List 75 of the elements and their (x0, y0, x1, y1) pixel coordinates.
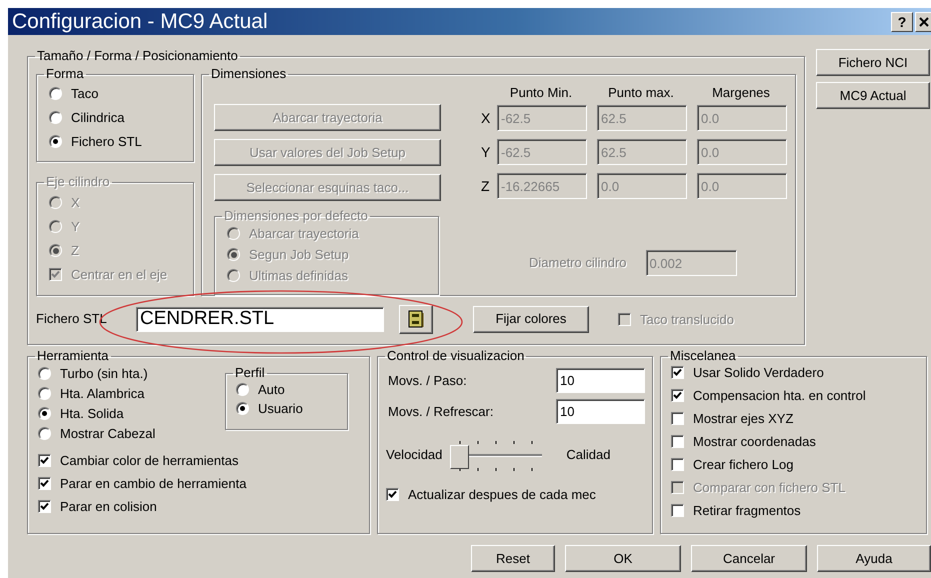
checkbox[interactable] (671, 412, 684, 425)
dialog-button[interactable]: Ayuda (817, 545, 931, 572)
radio-button[interactable] (38, 367, 51, 380)
checkbox[interactable] (38, 477, 51, 490)
group-title: Forma (45, 67, 85, 81)
group-title: Miscelanea (669, 349, 737, 363)
group-title: Control de visualizacion (386, 349, 526, 363)
close-icon (919, 16, 931, 26)
radio-button[interactable] (38, 387, 51, 400)
radio-label[interactable]: Hta. Solida (60, 406, 124, 421)
file-field[interactable]: CENDRER.STL (136, 306, 384, 332)
group-title: Herramienta (36, 349, 110, 363)
field-label: Diametro cilindro (529, 254, 627, 272)
checkbox[interactable] (671, 389, 684, 402)
dialog-button[interactable]: Reset (471, 545, 555, 572)
radio-button[interactable] (49, 87, 62, 100)
number-field[interactable]: 10 (556, 399, 645, 424)
column-header: Margenes (711, 84, 771, 102)
slider-thumb[interactable] (450, 445, 470, 469)
group-title: Dimensiones (210, 67, 288, 81)
radio-label[interactable]: Hta. Alambrica (60, 386, 145, 401)
checkbox[interactable] (38, 500, 51, 513)
side-button[interactable]: MC9 Actual (816, 82, 930, 109)
checkbox-label[interactable]: Mostrar ejes XYZ (693, 411, 794, 426)
checkbox[interactable] (38, 454, 51, 467)
axis-label: Z (481, 176, 489, 196)
group-title: Tamaño / Forma / Posicionamiento (36, 49, 239, 63)
checkbox[interactable] (671, 366, 684, 379)
radio-label[interactable]: Cilindrica (71, 110, 124, 125)
dialog-button[interactable]: OK (565, 545, 681, 572)
checkbox[interactable] (671, 435, 684, 448)
slider-label: Calidad (566, 446, 610, 464)
column-header: Punto max. (607, 84, 675, 102)
window-title: Configuracion - MC9 Actual (12, 11, 268, 32)
checkbox-label[interactable]: Crear fichero Log (693, 457, 794, 472)
file-cabinet-icon (408, 310, 424, 328)
radio-label[interactable]: Usuario (258, 401, 303, 416)
radio-label[interactable]: Turbo (sin hta.) (60, 366, 148, 381)
checkbox[interactable] (386, 488, 399, 501)
checkbox-label[interactable]: Mostrar coordenadas (693, 434, 816, 449)
checkbox-label[interactable]: Retirar fragmentos (693, 503, 801, 518)
checkbox-label[interactable]: Compensacion hta. en control (693, 388, 866, 403)
radio-button[interactable] (38, 407, 51, 420)
checkbox-label[interactable]: Parar en colision (60, 499, 157, 514)
browse-button[interactable] (399, 304, 433, 334)
radio-label[interactable]: Auto (258, 382, 285, 397)
axis-label: Y (481, 142, 489, 162)
radio-label[interactable]: Mostrar Cabezal (60, 426, 156, 441)
radio-label[interactable]: Fichero STL (71, 134, 142, 149)
group-title: Dimensiones por defecto (223, 209, 369, 223)
checkbox[interactable] (671, 458, 684, 471)
checkbox-label[interactable]: Actualizar despues de cada mec (408, 487, 596, 502)
side-button[interactable]: Fichero NCI (816, 49, 930, 76)
checkbox-label[interactable]: Usar Solido Verdadero (693, 365, 824, 380)
checkbox[interactable] (671, 504, 684, 517)
radio-button[interactable] (38, 427, 51, 440)
radio-label[interactable]: Taco (71, 86, 98, 101)
field-label: Movs. / Paso: (388, 372, 467, 390)
checkbox-label[interactable]: Cambiar color de herramientas (60, 453, 238, 468)
colors-button[interactable]: Fijar colores (473, 306, 589, 332)
slider-label: Velocidad (386, 446, 442, 464)
group-title: Eje cilindro (45, 175, 111, 189)
axis-label: X (481, 108, 489, 128)
close-button[interactable] (915, 12, 931, 32)
group-title: Perfil (234, 366, 266, 380)
radio-button[interactable] (49, 111, 62, 124)
dialog-button[interactable]: Cancelar (691, 545, 807, 572)
field-label: Movs. / Refrescar: (388, 402, 494, 421)
radio-button[interactable] (236, 402, 249, 415)
radio-button[interactable] (49, 135, 62, 148)
radio-button[interactable] (236, 383, 249, 396)
column-header: Punto Min. (508, 84, 574, 102)
help-button[interactable]: ? (891, 12, 913, 32)
number-field[interactable]: 10 (556, 368, 645, 393)
checkbox-label[interactable]: Parar en cambio de herramienta (60, 476, 246, 491)
